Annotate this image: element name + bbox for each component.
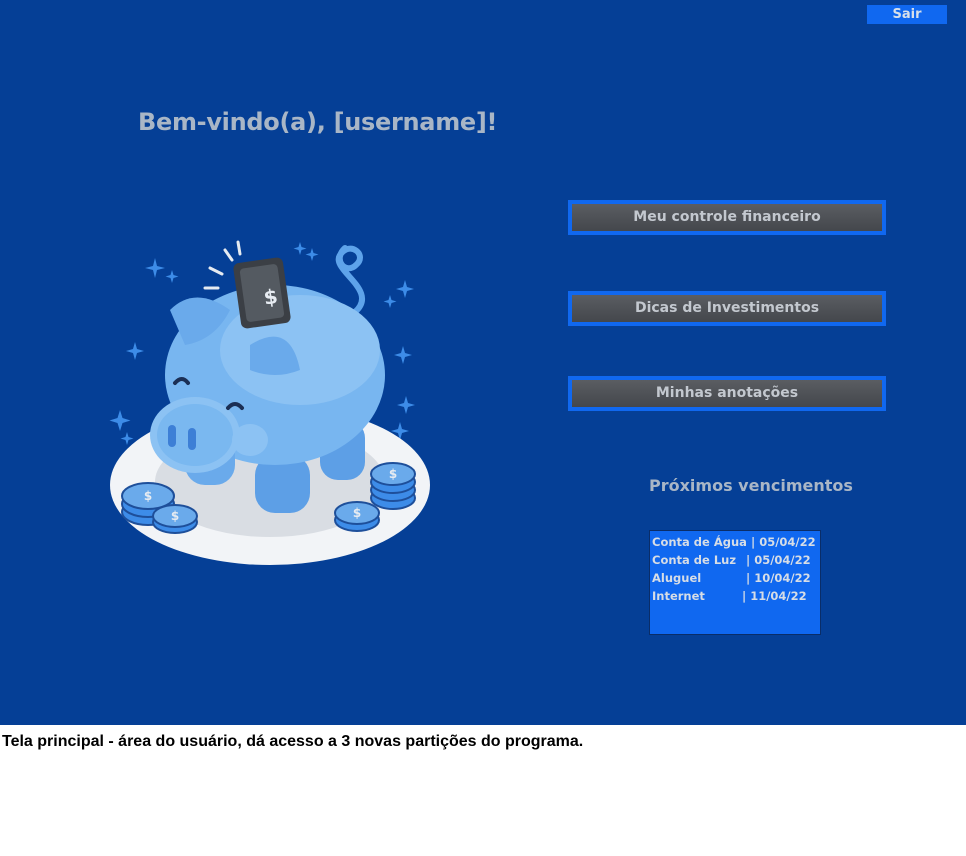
due-name: Internet	[652, 589, 705, 603]
due-dates-list[interactable]: Conta de Água | 05/04/22 Conta de Luz | …	[649, 530, 821, 635]
list-item: Internet | 11/04/22	[652, 587, 820, 605]
svg-text:$: $	[353, 506, 361, 520]
investment-tips-label: Dicas de Investimentos	[572, 295, 882, 322]
screen-caption: Tela principal - área do usuário, dá ace…	[2, 733, 584, 750]
svg-text:$: $	[171, 509, 179, 523]
my-notes-button[interactable]: Minhas anotações	[568, 376, 886, 411]
financial-control-button[interactable]: Meu controle financeiro	[568, 200, 886, 235]
due-name: Conta de Água	[652, 535, 747, 549]
due-date: | 10/04/22	[746, 571, 811, 585]
list-item: Conta de Água | 05/04/22	[652, 533, 820, 551]
due-dates-title: Próximos vencimentos	[649, 476, 853, 495]
due-name: Conta de Luz	[652, 553, 737, 567]
welcome-heading: Bem-vindo(a), [username]!	[138, 108, 498, 136]
list-item: Aluguel | 10/04/22	[652, 569, 820, 587]
exit-button[interactable]: Sair	[867, 5, 947, 24]
list-item: Conta de Luz | 05/04/22	[652, 551, 820, 569]
svg-text:$: $	[144, 489, 152, 503]
due-date: | 11/04/22	[742, 589, 807, 603]
piggy-bank-icon: $ $ $ $ $	[109, 240, 430, 565]
investment-tips-button[interactable]: Dicas de Investimentos	[568, 291, 886, 326]
financial-control-label: Meu controle financeiro	[572, 204, 882, 231]
app-window: Sair Bem-vindo(a), [username]! $ $ $ $ $…	[0, 0, 966, 725]
due-name: Aluguel	[652, 571, 702, 585]
due-date: | 05/04/22	[751, 535, 816, 549]
svg-text:$: $	[389, 467, 397, 481]
due-date: | 05/04/22	[746, 553, 811, 567]
my-notes-label: Minhas anotações	[572, 380, 882, 407]
